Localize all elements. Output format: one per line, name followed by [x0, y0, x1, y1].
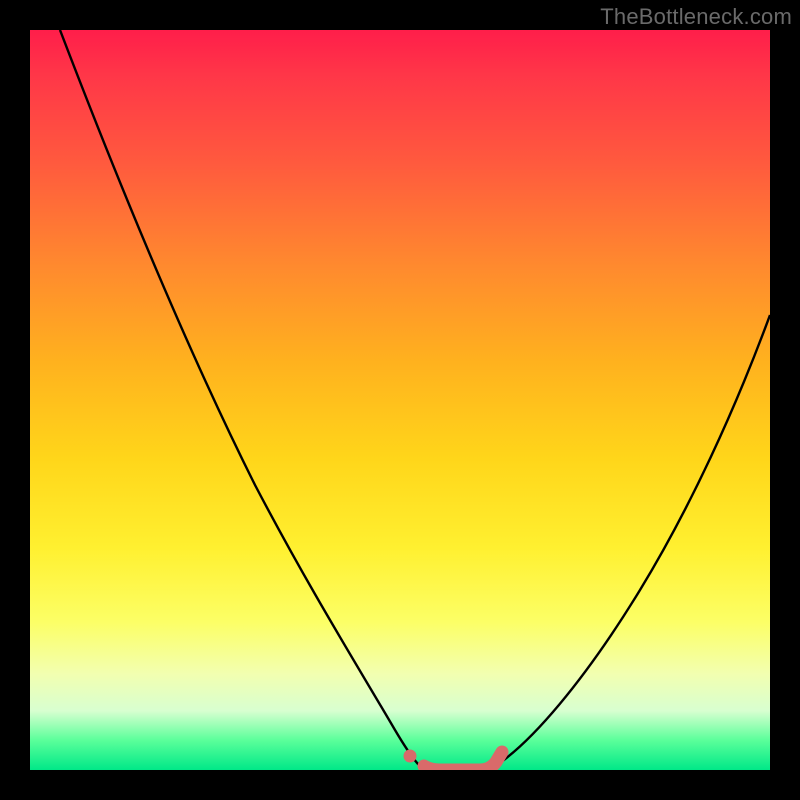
plot-area — [30, 30, 770, 770]
optimum-dot-icon — [404, 750, 416, 762]
watermark-text: TheBottleneck.com — [600, 4, 792, 30]
curve-layer — [30, 30, 770, 770]
chart-frame: TheBottleneck.com — [0, 0, 800, 800]
right-curve — [492, 315, 770, 768]
left-curve — [60, 30, 422, 768]
bottom-segment — [424, 752, 502, 770]
